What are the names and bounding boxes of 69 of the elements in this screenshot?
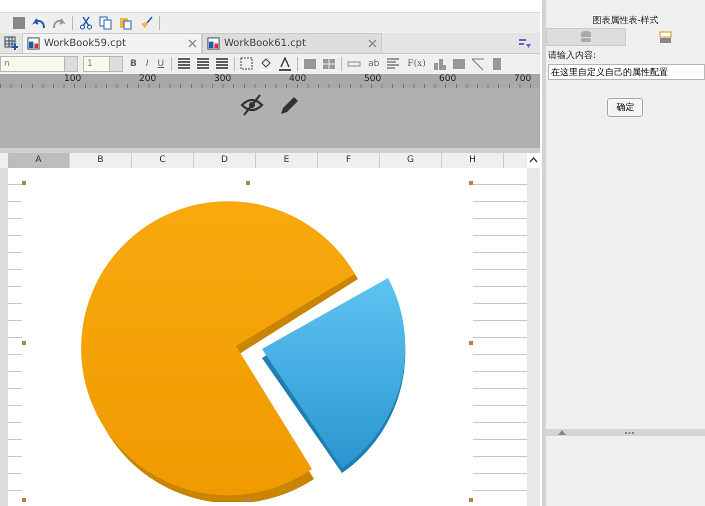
chart-style-icon [659, 30, 672, 44]
panel-title: 图表属性表-样式 [591, 14, 660, 28]
resize-handle[interactable] [469, 498, 473, 502]
format-button[interactable]: I [144, 59, 151, 69]
font-color-icon[interactable] [278, 57, 292, 71]
ruler-label: 100 [64, 74, 82, 84]
resize-handle[interactable] [469, 341, 473, 345]
brush-icon[interactable] [139, 16, 153, 30]
chart-icon[interactable] [432, 57, 447, 71]
tab-label: WorkBook59.cpt [44, 38, 126, 49]
undo-icon[interactable] [32, 16, 46, 30]
resize-handle[interactable] [246, 498, 250, 502]
column-header[interactable]: C [132, 153, 194, 168]
workbook-icon [27, 37, 40, 50]
align-icon[interactable] [177, 57, 192, 71]
image-icon[interactable] [452, 57, 466, 71]
align-icon[interactable] [215, 57, 230, 71]
confirm-button[interactable]: 确定 [607, 98, 644, 117]
close-icon[interactable] [188, 39, 197, 48]
splitter[interactable] [546, 429, 705, 436]
ruler-label: 300 [214, 74, 232, 84]
column-header[interactable]: G [380, 153, 442, 168]
tab-label: WorkBook61.cpt [224, 38, 306, 49]
resize-handle[interactable] [22, 498, 26, 502]
new-sheet-icon[interactable] [4, 36, 18, 50]
scrollbar[interactable] [526, 168, 540, 506]
formula-button[interactable]: F(x) [405, 59, 428, 69]
panel-tab[interactable] [546, 28, 626, 46]
border-icon[interactable] [240, 57, 254, 71]
column-header[interactable]: B [70, 153, 132, 168]
column-header[interactable]: F [318, 153, 380, 168]
merge-icon[interactable] [303, 57, 318, 71]
document-tab[interactable]: WorkBook61.cpt [202, 33, 382, 53]
cut-icon[interactable] [79, 16, 93, 30]
fill-color-icon[interactable] [259, 57, 274, 71]
save-icon[interactable] [12, 16, 26, 30]
copy-icon[interactable] [99, 16, 113, 30]
column-header[interactable]: A [8, 153, 70, 168]
ruler-label: 600 [439, 74, 456, 84]
ruler-label: 700 [514, 74, 532, 84]
ruler-label: 400 [289, 74, 306, 84]
input-label: 请输入内容: [548, 50, 597, 62]
property-input-field[interactable]: 在这里自定义自己的属性配置 [548, 64, 705, 80]
paste-icon[interactable] [119, 16, 133, 30]
resize-handle[interactable] [469, 181, 473, 185]
scroll-up-icon[interactable] [526, 153, 540, 168]
column-header[interactable]: D [194, 153, 256, 168]
format-button[interactable]: B [128, 59, 139, 69]
document-tab[interactable]: WorkBook59.cpt [22, 33, 202, 53]
ruler-label: 500 [364, 74, 382, 84]
redo-icon[interactable] [52, 16, 66, 30]
resize-handle[interactable] [22, 181, 26, 185]
collapse-up-icon[interactable] [558, 430, 566, 435]
paragraph-icon[interactable] [386, 57, 400, 71]
ruler-label: 200 [139, 74, 156, 84]
font-size-field[interactable]: 1 [83, 56, 123, 72]
close-icon[interactable] [368, 39, 377, 48]
column-header[interactable]: E [256, 153, 318, 168]
tab-menu-icon[interactable] [518, 36, 532, 50]
format-button[interactable]: U [156, 59, 166, 69]
text-button[interactable]: ab [366, 59, 382, 69]
resize-handle[interactable] [246, 181, 250, 185]
align-icon[interactable] [196, 57, 210, 71]
database-icon [581, 31, 592, 43]
split-icon[interactable] [322, 57, 336, 71]
resize-handle[interactable] [22, 341, 26, 345]
hidden-eye-icon[interactable] [240, 94, 264, 116]
line-icon[interactable] [470, 57, 485, 71]
workbook-icon [207, 37, 220, 50]
